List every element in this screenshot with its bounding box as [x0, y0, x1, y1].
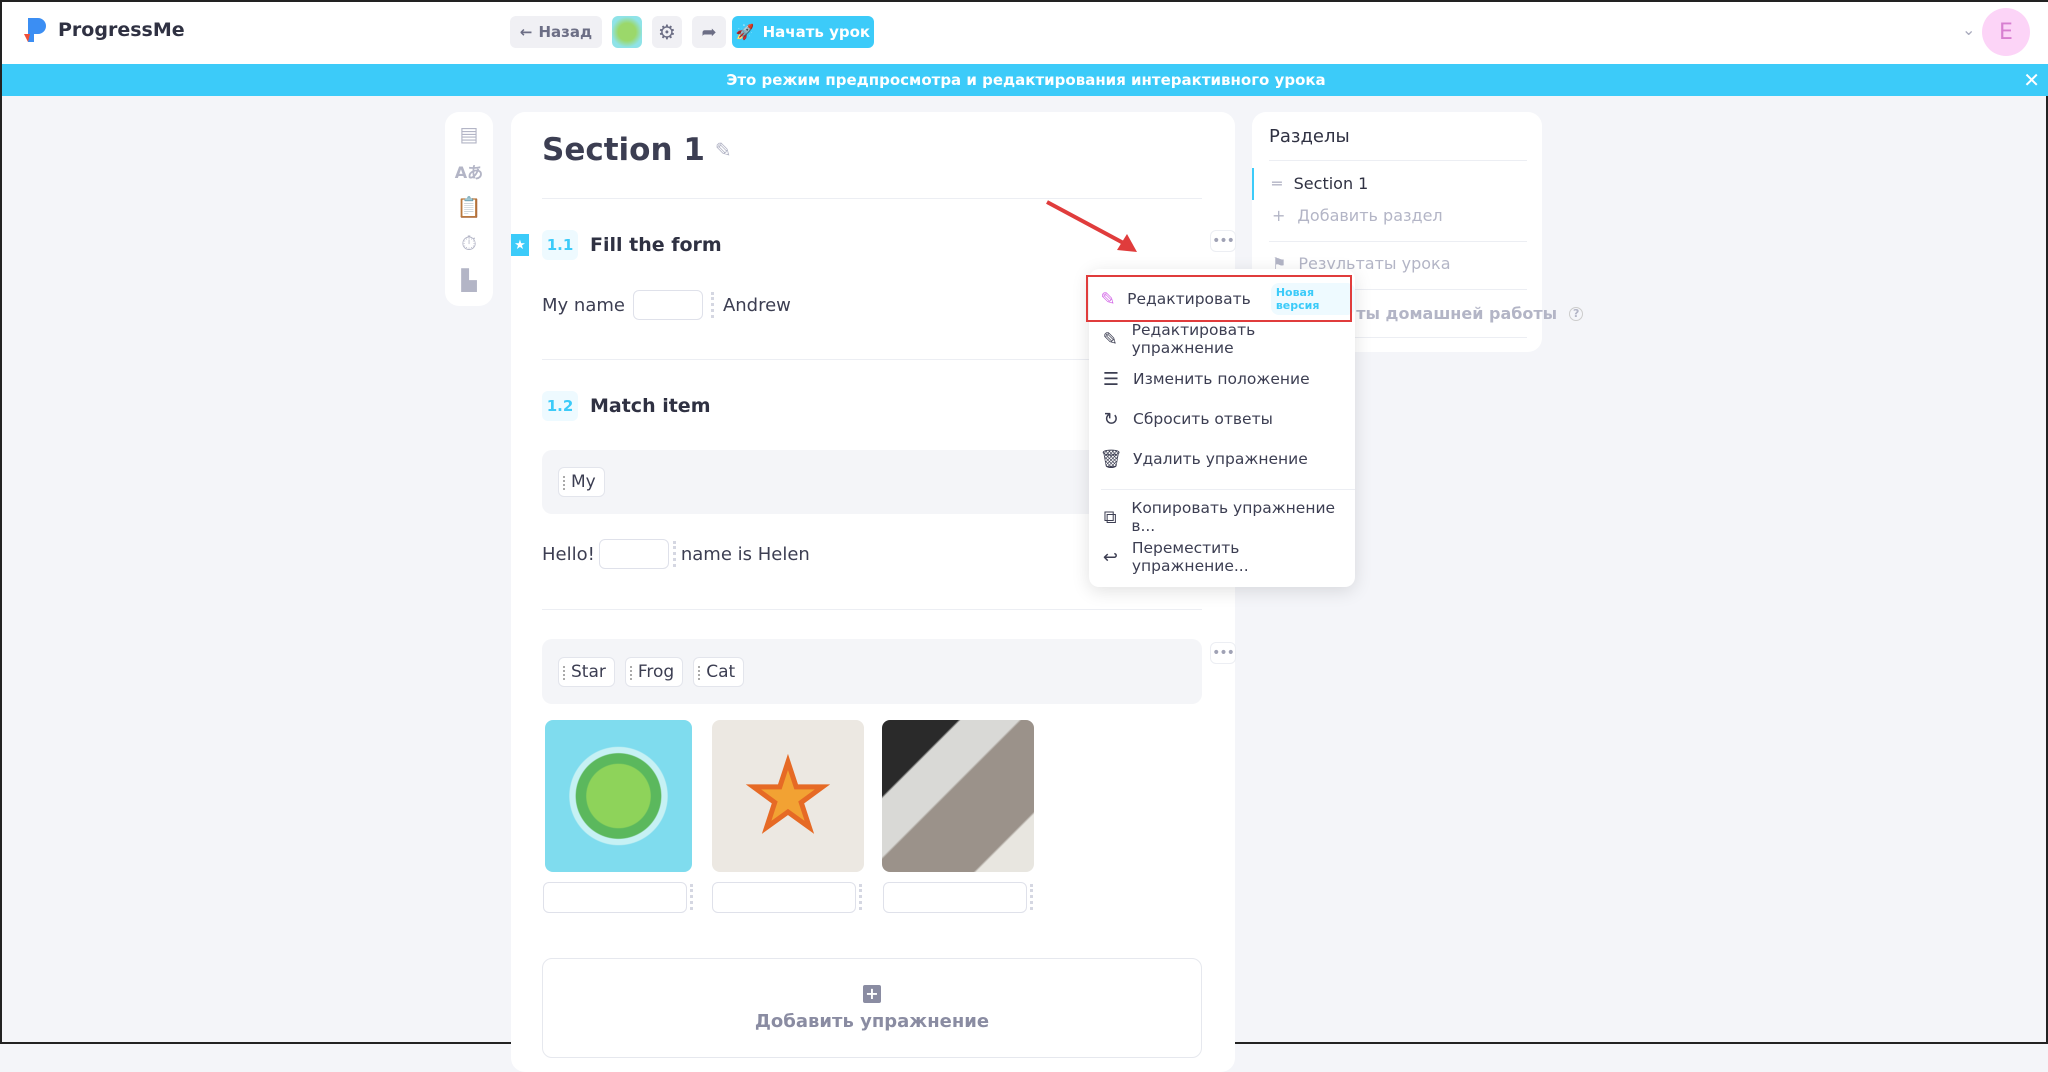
- preview-banner: Это режим предпросмотра и редактирования…: [2, 64, 2048, 96]
- exercise-header: 1.1 Fill the form: [542, 230, 722, 260]
- refresh-icon: ↻: [1103, 408, 1119, 430]
- word-chip[interactable]: Frog: [624, 656, 684, 687]
- add-exercise-label: Добавить упражнение: [754, 1010, 990, 1032]
- sentence-text: Hello!: [542, 543, 595, 565]
- active-indicator: [1252, 168, 1254, 200]
- drag-lines-icon: ═: [1272, 174, 1282, 193]
- add-section-button[interactable]: + Добавить раздел: [1272, 206, 1443, 225]
- more-options-button[interactable]: •••: [1210, 642, 1236, 664]
- layout-icon[interactable]: ▙: [445, 268, 493, 298]
- more-options-button[interactable]: •••: [1210, 230, 1236, 252]
- drag-handle-icon[interactable]: [710, 292, 715, 318]
- word-chip[interactable]: Cat: [693, 656, 745, 687]
- annotation-arrow: [1046, 200, 1137, 252]
- match-row: Hello! name is Helen: [542, 539, 810, 569]
- exercise-title: Match item: [590, 395, 711, 417]
- drag-handle-icon[interactable]: [859, 884, 863, 910]
- logo-text: ProgressMe: [58, 19, 185, 41]
- menu-item-reposition[interactable]: ☰ Изменить положение: [1089, 359, 1355, 399]
- highlight-box: [1086, 275, 1352, 322]
- section-item-label: Section 1: [1293, 174, 1369, 193]
- chevron-down-icon[interactable]: ⌄: [1962, 20, 1975, 39]
- cat-image: [882, 720, 1034, 872]
- help-icon[interactable]: ?: [1569, 306, 1584, 321]
- drag-handle-icon[interactable]: [690, 884, 694, 910]
- logo[interactable]: ProgressMe: [22, 16, 185, 44]
- section-item[interactable]: ═ Section 1: [1272, 174, 1368, 193]
- divider: [1269, 160, 1527, 161]
- word-chip[interactable]: My: [558, 467, 605, 497]
- fill-form-row: My name Andrew: [542, 290, 791, 320]
- trash-icon: 🗑: [1099, 448, 1123, 470]
- lesson-cover-thumbnail[interactable]: [612, 16, 642, 48]
- exercise-number: 1.1: [542, 230, 578, 260]
- star-image: ★: [712, 720, 864, 872]
- section-title-text: Section 1: [542, 132, 705, 168]
- divider: [542, 609, 1202, 610]
- comment-icon[interactable]: ▤: [445, 122, 493, 152]
- rocket-icon: 🚀: [735, 23, 755, 41]
- back-button[interactable]: ← Назад: [510, 16, 602, 48]
- star-icon[interactable]: ★: [511, 234, 529, 256]
- sections-title: Разделы: [1269, 126, 1350, 147]
- banner-text: Это режим предпросмотра и редактирования…: [726, 71, 1326, 89]
- exercise-header: 1.2 Match item: [542, 391, 711, 421]
- back-label: Назад: [538, 23, 593, 41]
- frog-image: [545, 720, 692, 872]
- add-section-label: Добавить раздел: [1297, 206, 1443, 225]
- plus-icon: +: [863, 984, 881, 1003]
- answer-gap-input[interactable]: [632, 290, 703, 320]
- drag-handle-icon[interactable]: [1030, 884, 1034, 910]
- sentence-text: My name: [542, 294, 625, 316]
- top-header: ProgressMe ← Назад ⚙ ➦ 🚀 Начать урок ⌄ E: [2, 2, 2048, 64]
- answer-input[interactable]: [543, 882, 687, 913]
- avatar[interactable]: E: [1982, 8, 2030, 56]
- reply-arrow-icon: ↩: [1102, 546, 1118, 568]
- plus-icon: +: [1272, 206, 1286, 225]
- drag-handle-icon[interactable]: [672, 541, 677, 567]
- clipboard-icon[interactable]: 📋: [445, 195, 493, 225]
- menu-item-edit-exercise[interactable]: ✎ Редактировать упражнение: [1089, 319, 1355, 359]
- menu-item-label: Редактировать упражнение: [1131, 321, 1256, 357]
- bars-icon: ☰: [1102, 368, 1120, 390]
- exercise-number: 1.2: [542, 391, 578, 421]
- close-icon[interactable]: ✕: [2023, 68, 2040, 92]
- menu-item-delete[interactable]: 🗑 Удалить упражнение: [1089, 439, 1355, 479]
- menu-item-copy[interactable]: ⧉ Копировать упражнение в...: [1089, 497, 1355, 537]
- translate-icon[interactable]: Aあ: [445, 159, 493, 189]
- add-exercise-button[interactable]: + Добавить упражнение: [542, 958, 1202, 1058]
- menu-item-reset-answers[interactable]: ↻ Сбросить ответы: [1089, 399, 1355, 439]
- word-chip[interactable]: Star: [558, 656, 615, 687]
- copy-icon: ⧉: [1103, 506, 1117, 528]
- menu-item-label: Переместить упражнение...: [1131, 539, 1249, 575]
- divider: [1269, 241, 1527, 242]
- gear-icon[interactable]: ⚙: [652, 16, 682, 48]
- answer-input[interactable]: [712, 882, 856, 913]
- start-lesson-button[interactable]: 🚀 Начать урок: [732, 16, 874, 48]
- share-icon[interactable]: ➦: [692, 16, 726, 48]
- pencil-icon[interactable]: ✎: [715, 138, 732, 162]
- section-title: Section 1 ✎: [542, 132, 732, 168]
- menu-item-move[interactable]: ↩ Переместить упражнение...: [1089, 537, 1355, 577]
- start-lesson-label: Начать урок: [762, 23, 871, 41]
- arrow-left-icon: ←: [519, 23, 533, 41]
- word-bank: Star Frog Cat: [542, 639, 1202, 704]
- menu-item-label: Изменить положение: [1133, 370, 1310, 388]
- answer-input[interactable]: [883, 882, 1027, 913]
- logo-icon: [24, 18, 46, 42]
- menu-item-label: Сбросить ответы: [1133, 410, 1273, 428]
- menu-item-label: Удалить упражнение: [1133, 450, 1308, 468]
- pencil-icon: ✎: [1102, 328, 1118, 350]
- timer-icon[interactable]: ⏱: [445, 231, 493, 261]
- sentence-text: Andrew: [722, 294, 791, 316]
- answer-gap-input[interactable]: [598, 539, 669, 569]
- exercise-title: Fill the form: [590, 234, 722, 256]
- divider: [1101, 489, 1355, 490]
- menu-item-label: Копировать упражнение в...: [1131, 499, 1336, 535]
- sentence-text: name is Helen: [680, 543, 810, 565]
